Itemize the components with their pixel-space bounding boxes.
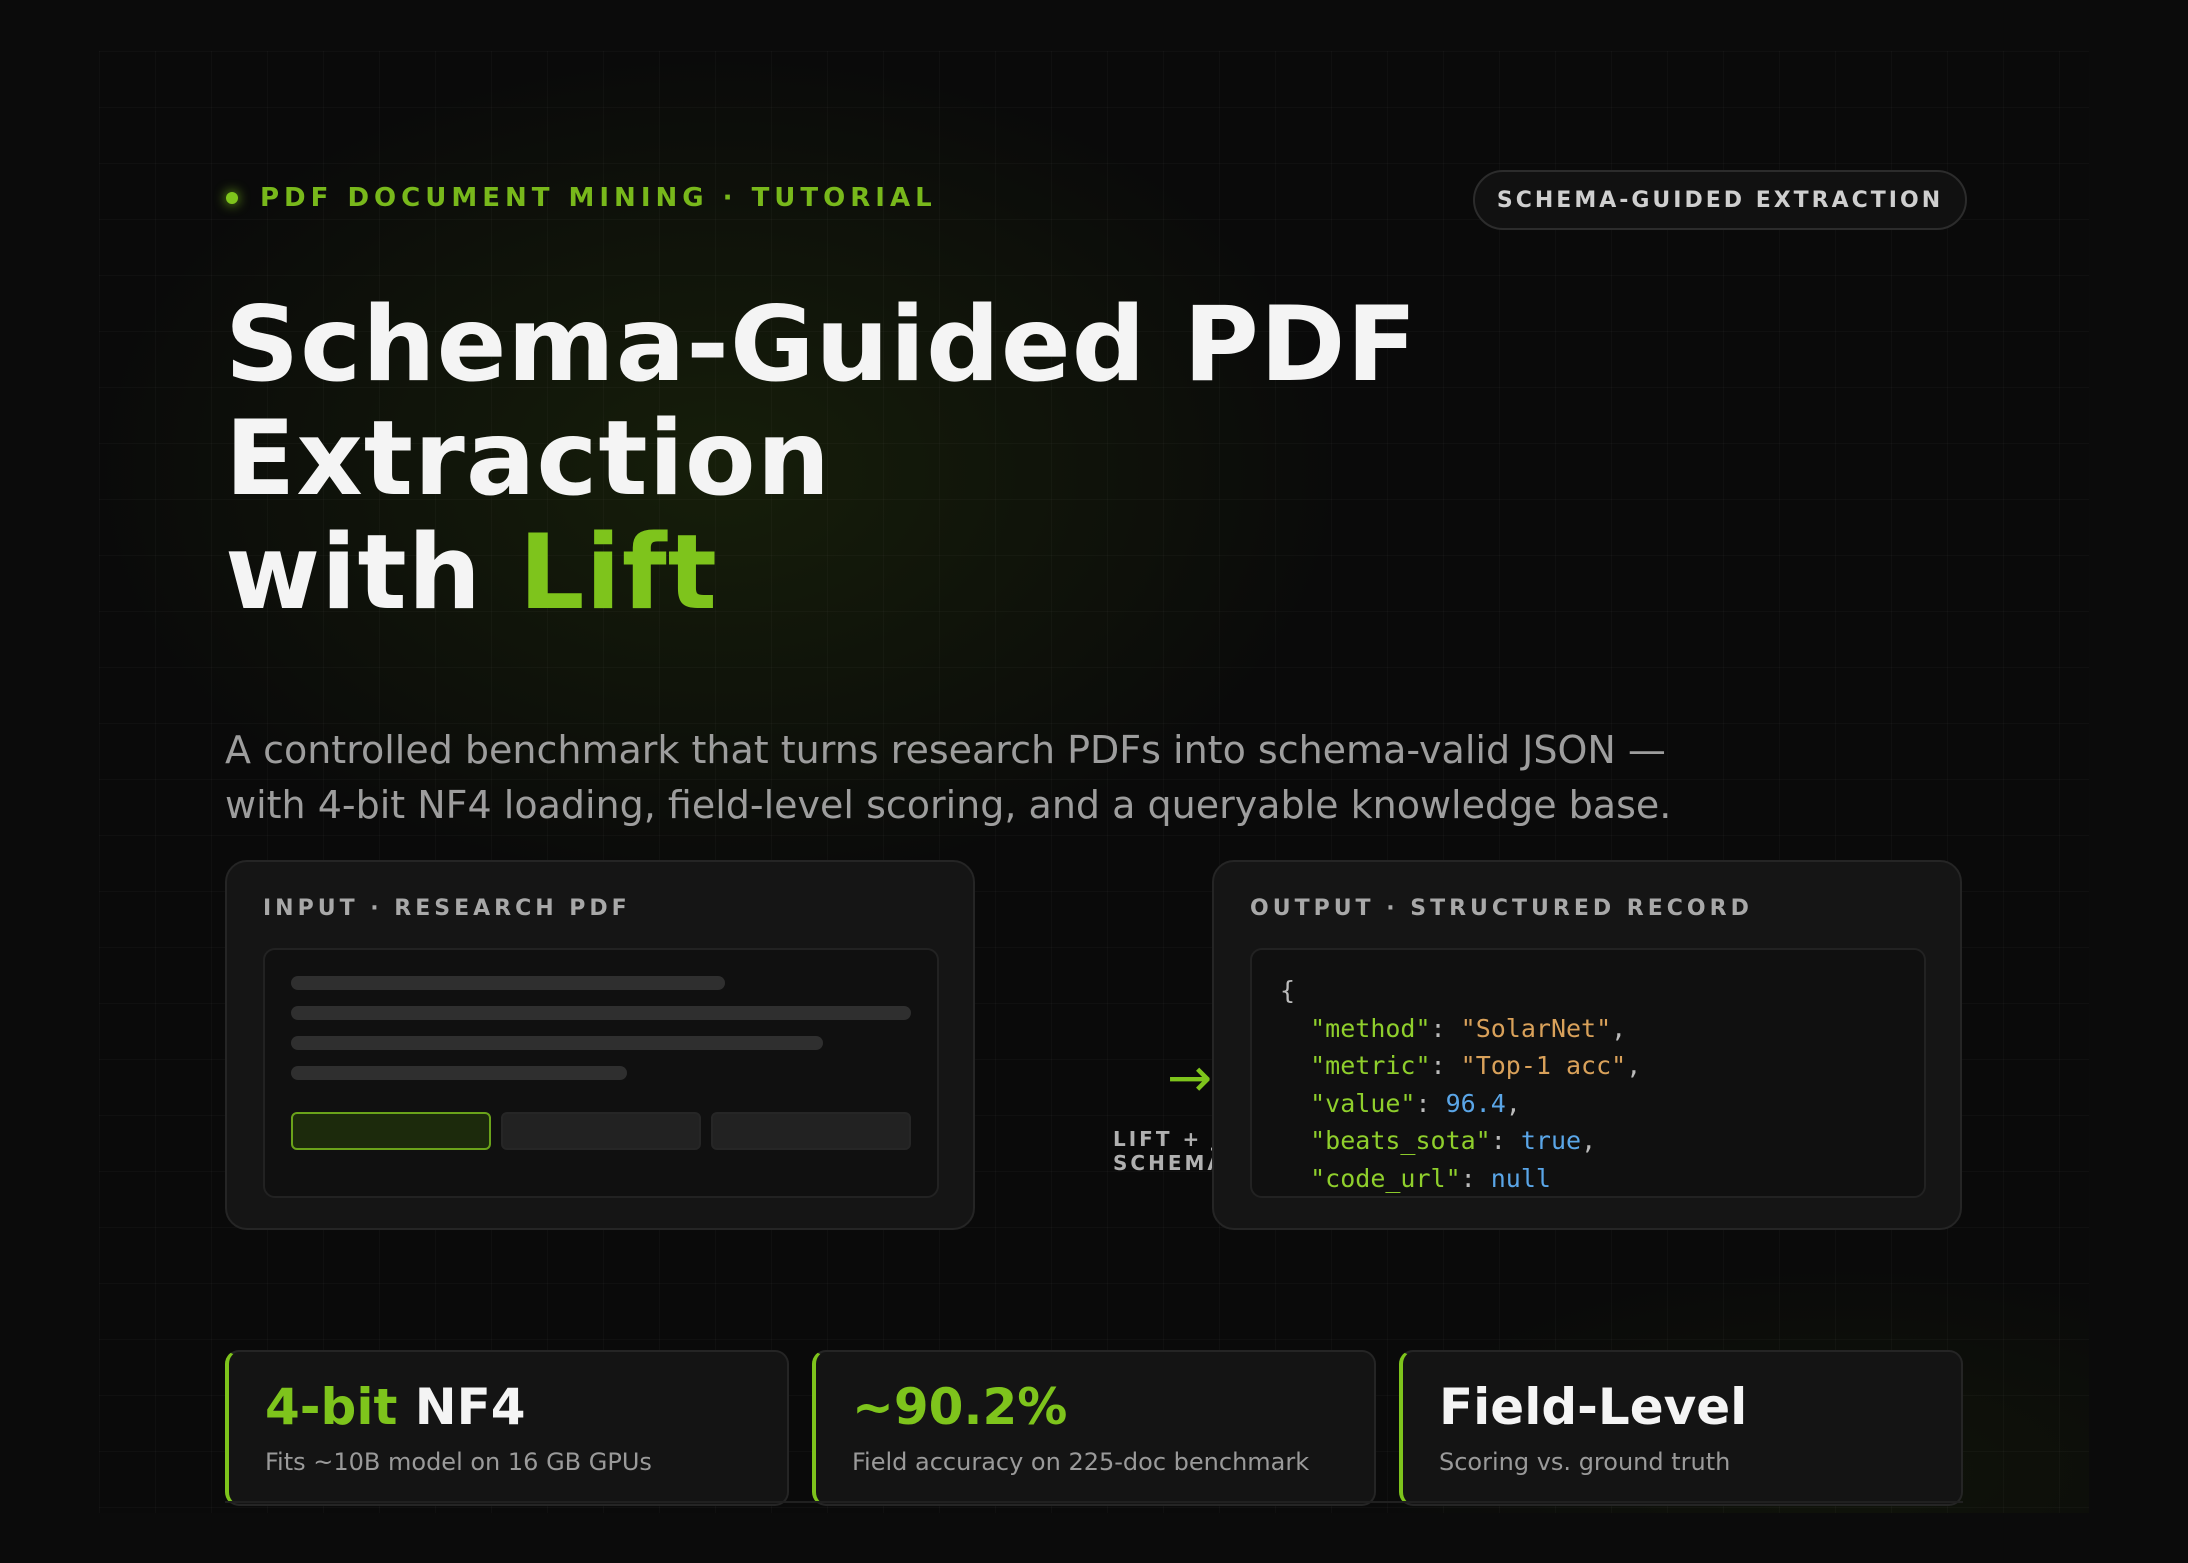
eyebrow: PDF DOCUMENT MINING · TUTORIAL — [226, 183, 937, 213]
pdf-block — [711, 1112, 911, 1150]
subtitle: A controlled benchmark that turns resear… — [225, 723, 1725, 833]
title-prefix: with — [225, 513, 519, 633]
pdf-text-line — [291, 976, 725, 990]
stat-card-quantization: 4-bit NF4 Fits ~10B model on 16 GB GPUs — [225, 1350, 789, 1506]
stat-value: ~90.2% — [852, 1378, 1067, 1436]
pdf-text-line — [291, 1036, 823, 1050]
eyebrow-text: PDF DOCUMENT MINING · TUTORIAL — [260, 183, 937, 213]
title-line-2: Extraction — [225, 399, 832, 519]
output-panel: OUTPUT · STRUCTURED RECORD { "method": "… — [1212, 860, 1962, 1230]
json-value: true — [1520, 1126, 1582, 1155]
stat-rest: NF4 — [397, 1378, 526, 1436]
json-preview: { "method": "SolarNet", "metric": "Top-1… — [1250, 948, 1926, 1198]
footer-divider — [225, 1501, 1963, 1503]
page-title: Schema-Guided PDF Extraction with Lift — [225, 288, 1725, 630]
stat-caption: Scoring vs. ground truth — [1439, 1448, 1731, 1476]
stat-accent: ~90.2% — [852, 1378, 1068, 1436]
json-punctuation: , — [1626, 1051, 1642, 1080]
stat-value: Field-Level — [1439, 1378, 1747, 1436]
json-punctuation: , — [1611, 1013, 1627, 1043]
pdf-text-line — [291, 1066, 627, 1080]
stat-caption: Field accuracy on 225-doc benchmark — [852, 1448, 1310, 1476]
json-key: "method" — [1310, 1013, 1431, 1043]
pdf-preview — [263, 948, 939, 1198]
input-panel: INPUT · RESEARCH PDF — [225, 860, 975, 1230]
title-line-3: with Lift — [225, 516, 1725, 630]
subtitle-line-1: A controlled benchmark that turns resear… — [225, 728, 1666, 772]
pdf-highlight-block — [291, 1112, 491, 1150]
json-key: "value" — [1310, 1088, 1416, 1118]
json-punctuation: , — [1505, 1088, 1521, 1118]
stat-accent: 4-bit — [265, 1378, 398, 1436]
json-key: "code_url" — [1310, 1163, 1461, 1193]
pdf-block — [501, 1112, 701, 1150]
hero-card: PDF DOCUMENT MINING · TUTORIAL SCHEMA-GU… — [99, 51, 2089, 1513]
stat-value: 4-bit NF4 — [265, 1378, 526, 1436]
json-key: "beats_sota" — [1310, 1126, 1491, 1155]
output-panel-label: OUTPUT · STRUCTURED RECORD — [1250, 896, 1753, 921]
category-badge: SCHEMA-GUIDED EXTRACTION — [1473, 170, 1967, 230]
title-line-1: Schema-Guided PDF — [225, 285, 1418, 405]
pdf-text-line — [291, 1006, 911, 1020]
json-value: null — [1490, 1163, 1551, 1193]
json-open-brace: { — [1280, 976, 1296, 1005]
input-panel-label: INPUT · RESEARCH PDF — [263, 896, 631, 921]
json-value: 96.4 — [1445, 1088, 1506, 1118]
status-dot-icon — [226, 192, 238, 204]
stat-caption: Fits ~10B model on 16 GB GPUs — [265, 1448, 652, 1476]
stat-card-accuracy: ~90.2% Field accuracy on 225-doc benchma… — [812, 1350, 1376, 1506]
json-value: "Top-1 acc" — [1460, 1051, 1627, 1080]
json-code: { "method": "SolarNet", "metric": "Top-1… — [1280, 976, 1642, 1193]
subtitle-line-2: with 4-bit NF4 loading, field-level scor… — [225, 783, 1672, 827]
json-value: "SolarNet" — [1460, 1013, 1612, 1043]
stat-card-scoring: Field-Level Scoring vs. ground truth — [1399, 1350, 1963, 1506]
title-accent: Lift — [518, 513, 718, 633]
json-key: "metric" — [1310, 1051, 1431, 1080]
stat-rest: Field-Level — [1439, 1378, 1748, 1436]
json-punctuation: , — [1581, 1126, 1597, 1155]
